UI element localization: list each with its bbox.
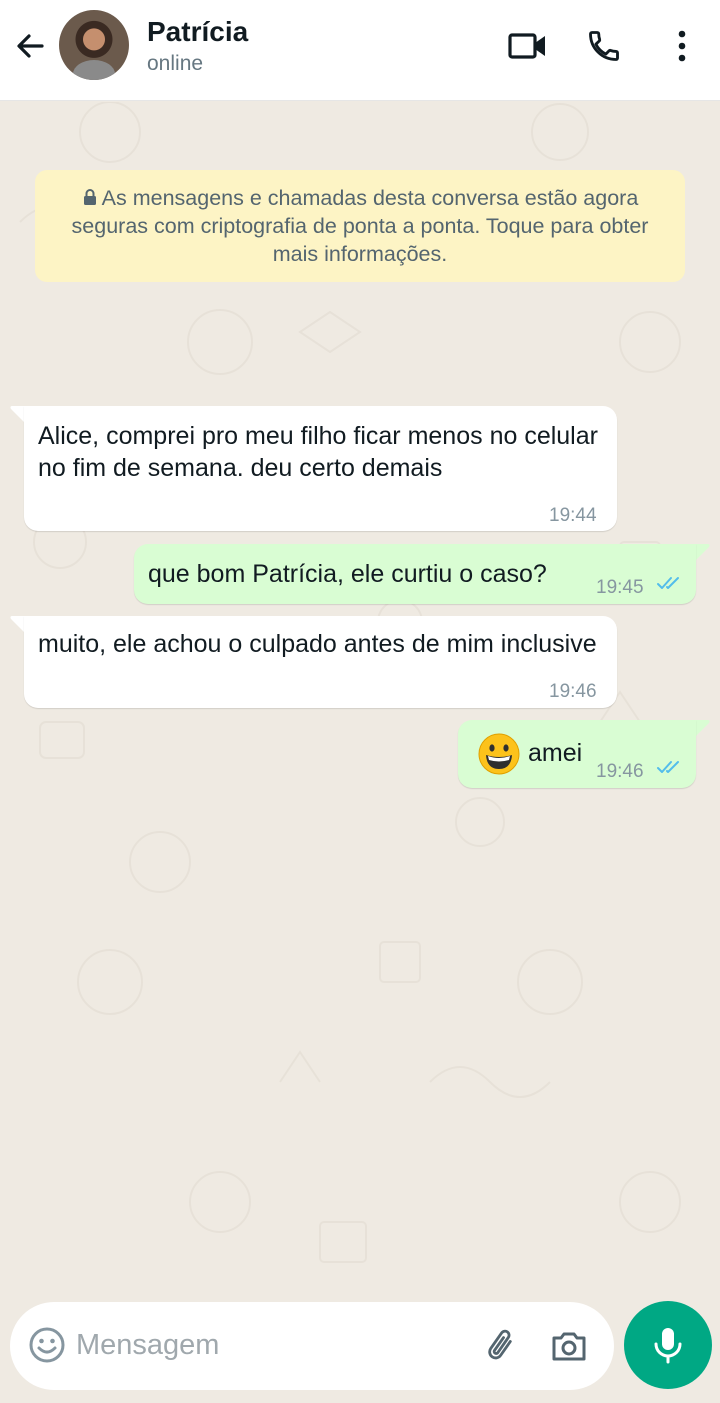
message-incoming[interactable]: muito, ele achou o culpado antes de mim …	[24, 616, 617, 708]
message-outgoing[interactable]: amei 19:46	[458, 720, 696, 788]
bubble-tail	[694, 720, 710, 738]
message-incoming[interactable]: Alice, comprei pro meu filho ficar menos…	[24, 406, 617, 531]
attach-button[interactable]	[482, 1326, 522, 1366]
video-call-icon	[508, 33, 545, 59]
microphone-button[interactable]	[624, 1301, 712, 1389]
paperclip-icon	[488, 1329, 512, 1360]
read-receipt-icon	[657, 761, 679, 773]
encryption-text: As mensagens e chamadas desta conversa e…	[71, 186, 649, 266]
bubble-tail	[694, 544, 710, 562]
back-button[interactable]	[10, 26, 50, 66]
camera-icon	[552, 1332, 586, 1361]
chat-header: Patrícia online	[0, 0, 720, 101]
contact-status: online	[147, 52, 204, 75]
message-input[interactable]	[76, 1322, 466, 1368]
message-time: 19:45	[596, 577, 644, 598]
emoji-button[interactable]	[28, 1326, 66, 1364]
more-vertical-icon	[678, 30, 686, 62]
phone-icon	[589, 31, 619, 61]
read-receipt-icon	[657, 577, 679, 589]
emoji-icon	[29, 1327, 65, 1363]
message-text: muito, ele achou o culpado antes de mim …	[38, 630, 597, 658]
video-call-button[interactable]	[506, 26, 550, 66]
message-time: 19:46	[549, 681, 597, 702]
encryption-notice[interactable]: As mensagens e chamadas desta conversa e…	[35, 170, 685, 282]
more-options-button[interactable]	[660, 26, 704, 66]
microphone-icon	[654, 1328, 682, 1364]
camera-button[interactable]	[549, 1326, 589, 1366]
message-text: amei	[528, 739, 583, 767]
contact-name[interactable]: Patrícia	[147, 16, 248, 48]
message-outgoing[interactable]: que bom Patrícia, ele curtiu o caso? 19:…	[134, 544, 696, 604]
avatar[interactable]	[59, 10, 129, 80]
lock-icon	[83, 189, 96, 205]
message-text: que bom Patrícia, ele curtiu o caso?	[148, 560, 547, 588]
voice-call-button[interactable]	[582, 26, 626, 66]
arrow-left-icon	[17, 34, 44, 58]
message-time: 19:46	[596, 761, 644, 782]
message-time: 19:44	[549, 505, 597, 526]
grinning-face-emoji-icon	[478, 733, 520, 775]
chat-area[interactable]: As mensagens e chamadas desta conversa e…	[0, 102, 720, 1297]
message-text: Alice, comprei pro meu filho ficar menos…	[38, 422, 598, 482]
